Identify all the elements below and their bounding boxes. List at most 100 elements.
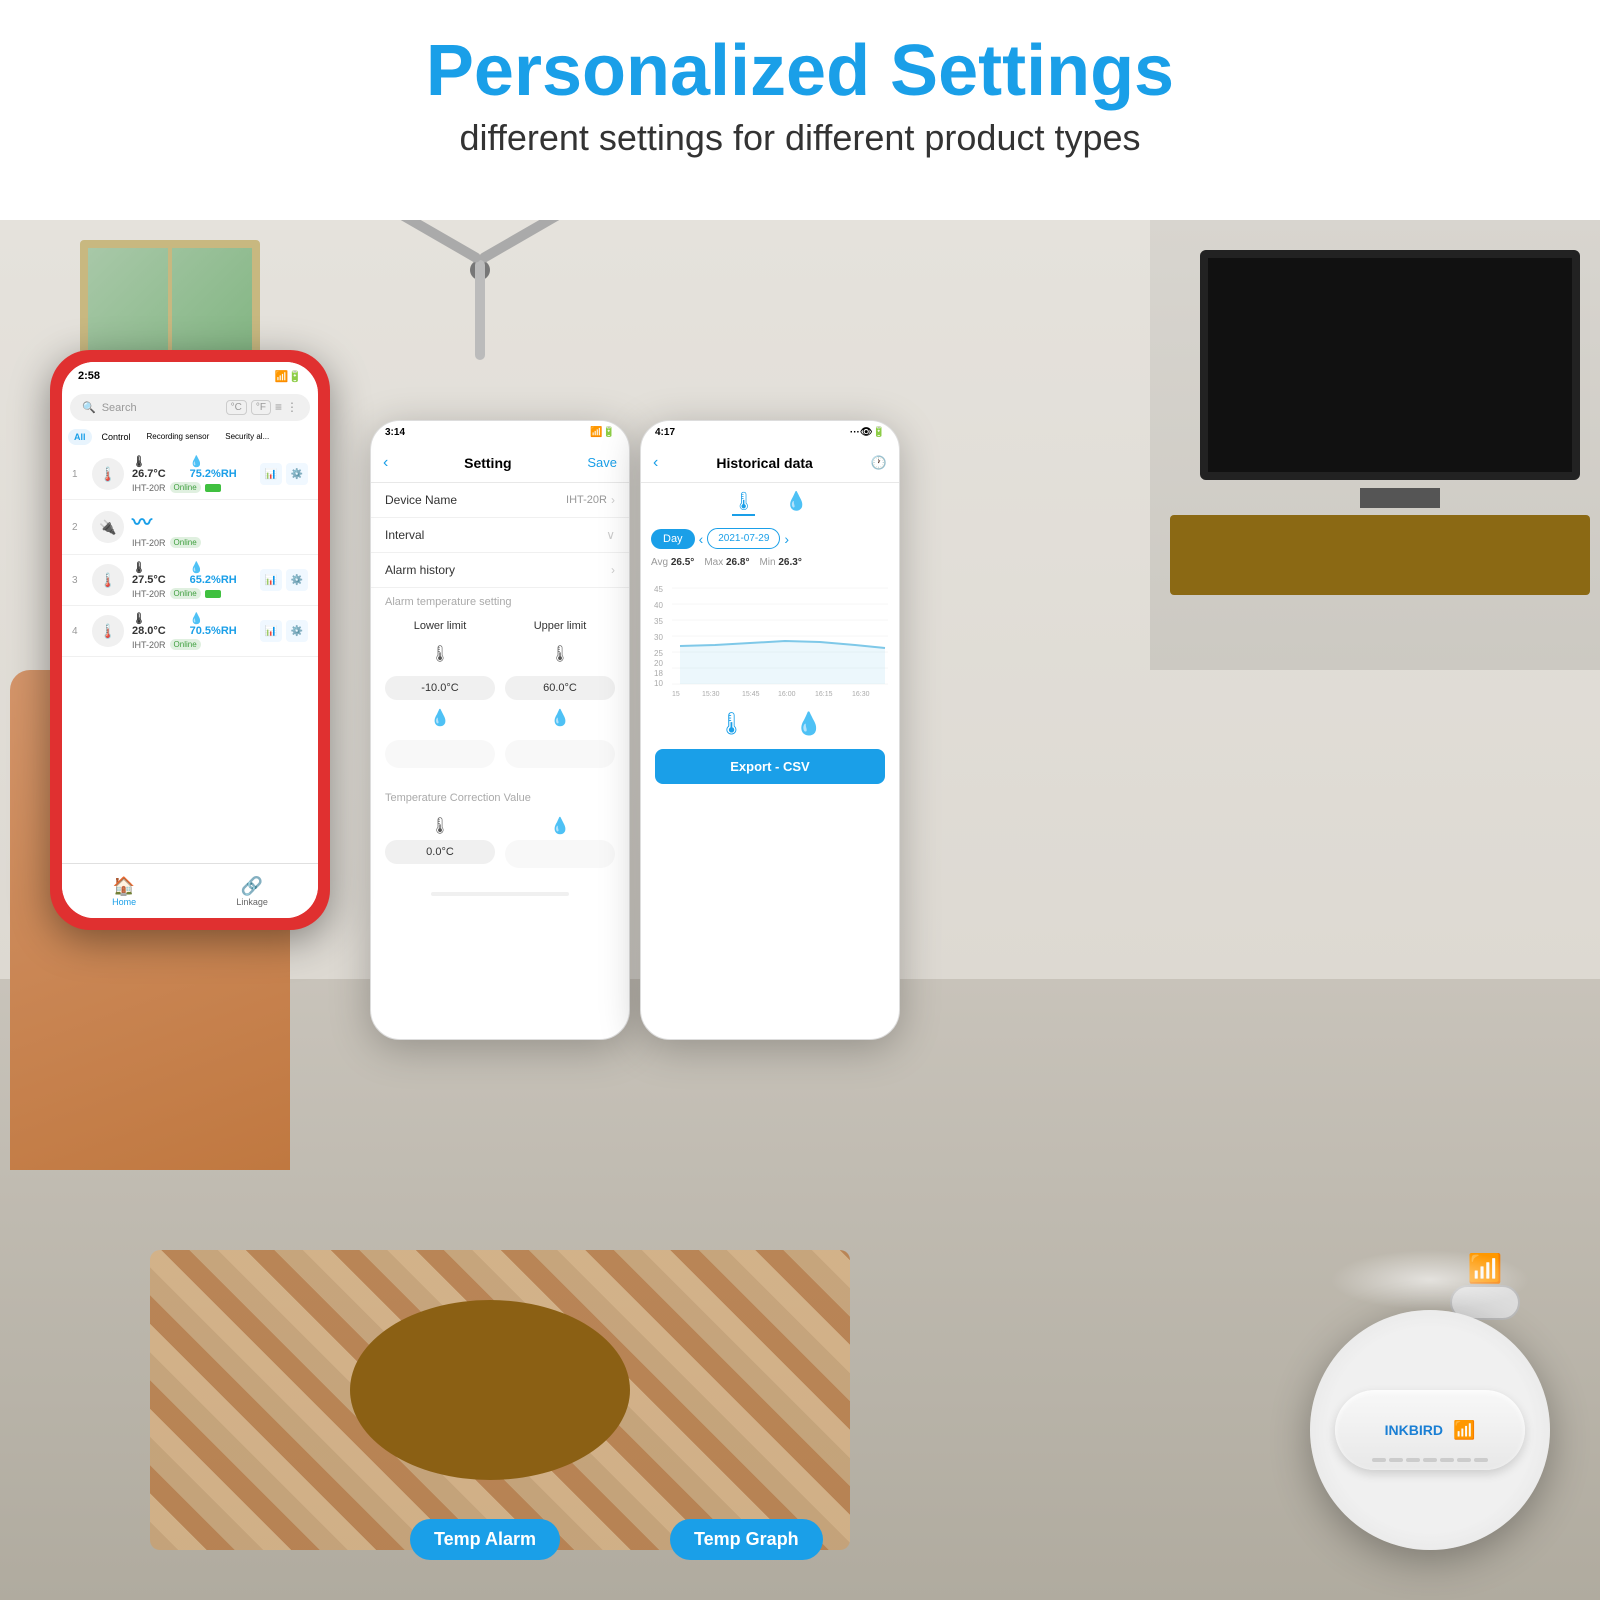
device-name-value: IHT-20R bbox=[566, 494, 607, 506]
correction-row: 🌡 0.0°C 💧 bbox=[385, 816, 615, 868]
device-name-row-4: IHT-20R Online bbox=[132, 639, 252, 650]
temperature-chart: 45 40 35 30 25 20 18 10 bbox=[647, 578, 893, 698]
room-background: 📶 2:58 📶🔋 🔍 Search °C °F bbox=[0, 220, 1600, 1600]
nav-home[interactable]: 🏠 Home bbox=[112, 876, 136, 907]
temp-icon-active[interactable]: 🌡 bbox=[732, 491, 755, 516]
battery-1 bbox=[205, 484, 221, 492]
lower-value-input[interactable]: -10.0°C bbox=[385, 676, 495, 700]
svg-text:20: 20 bbox=[654, 659, 663, 668]
device-info-1: 🌡 26.7°C 💧 75.2%RH IHT-20R Online bbox=[132, 455, 252, 493]
humidity-icon[interactable]: 💧 bbox=[785, 491, 807, 516]
chart-btn-4[interactable]: 📊 bbox=[260, 620, 282, 642]
layers-icon: ≡ bbox=[275, 400, 282, 415]
device-name-label: Device Name bbox=[385, 493, 566, 507]
signal-mid: 📶🔋 bbox=[590, 427, 615, 438]
online-badge-1: Online bbox=[170, 482, 201, 493]
lower-empty-input[interactable] bbox=[385, 740, 495, 768]
settings-btn-4[interactable]: ⚙️ bbox=[286, 620, 308, 642]
device-item-2[interactable]: 2 🔌 〰 IHT-20R Online bbox=[62, 500, 318, 555]
online-badge-2: Online bbox=[170, 537, 201, 548]
room-furniture bbox=[1170, 515, 1590, 595]
device-info-3: 🌡 27.5°C 💧 65.2%RH IHT-20R Online bbox=[132, 561, 252, 599]
temp-1: 🌡 26.7°C bbox=[132, 455, 182, 480]
correction-value-input[interactable]: 0.0°C bbox=[385, 840, 495, 864]
correction-empty-input[interactable] bbox=[505, 840, 615, 868]
humidity-bottom-icon[interactable]: 💧 bbox=[795, 711, 822, 737]
alarm-temp-label: Alarm temperature setting bbox=[385, 596, 512, 608]
temp-correction-label: Temperature Correction Value bbox=[385, 792, 531, 804]
phone-mid-container: 3:14 📶🔋 ‹ Setting Save Device Name IHT-2… bbox=[370, 420, 630, 1040]
home-icon: 🏠 bbox=[113, 876, 135, 897]
tab-all[interactable]: All bbox=[68, 429, 92, 445]
home-label: Home bbox=[112, 897, 136, 907]
clock-icon[interactable]: 🕐 bbox=[871, 455, 887, 471]
phone-case: 2:58 📶🔋 🔍 Search °C °F ≡ ⋮ All bbox=[50, 350, 330, 930]
inkbird-logo: INKBIRD bbox=[1385, 1422, 1443, 1438]
day-button[interactable]: Day bbox=[651, 529, 695, 549]
search-bar[interactable]: 🔍 Search °C °F ≡ ⋮ bbox=[70, 394, 310, 421]
svg-text:15:45: 15:45 bbox=[742, 691, 760, 698]
tab-security[interactable]: Security al... bbox=[219, 429, 275, 445]
temp-graph-label: Temp Graph bbox=[670, 1519, 823, 1560]
svg-text:15: 15 bbox=[672, 691, 680, 698]
nav-linkage[interactable]: 🔗 Linkage bbox=[236, 876, 268, 907]
scroll-indicator bbox=[431, 892, 569, 896]
linkage-icon: 🔗 bbox=[241, 876, 263, 897]
device-tabs: All Control Recording sensor Security al… bbox=[62, 425, 318, 449]
temp-correction-header: Temperature Correction Value bbox=[371, 784, 629, 808]
search-icon: 🔍 bbox=[82, 401, 96, 414]
device-item-1[interactable]: 1 🌡️ 🌡 26.7°C 💧 75.2%RH IHT-20R Online bbox=[62, 449, 318, 500]
device-actions-1: 📊 ⚙️ bbox=[260, 463, 308, 485]
tab-control[interactable]: Control bbox=[96, 429, 137, 445]
temp-bottom-icon[interactable]: 🌡 bbox=[717, 711, 745, 737]
limit-icons-row-2: 💧 💧 bbox=[385, 708, 615, 732]
settings-btn-1[interactable]: ⚙️ bbox=[286, 463, 308, 485]
chart-btn-3[interactable]: 📊 bbox=[260, 569, 282, 591]
online-badge-3: Online bbox=[170, 588, 201, 599]
wifi-icon-device: 📶 bbox=[1453, 1420, 1475, 1441]
linkage-label: Linkage bbox=[236, 897, 268, 907]
upper-empty-input[interactable] bbox=[505, 740, 615, 768]
signal-icons: 📶🔋 bbox=[275, 370, 302, 383]
device-name-row-3: IHT-20R Online bbox=[132, 588, 252, 599]
device-item-4[interactable]: 4 🌡️ 🌡 28.0°C 💧 70.5%RH IHT-20R Online bbox=[62, 606, 318, 657]
alarm-history-row[interactable]: Alarm history › bbox=[371, 553, 629, 588]
svg-text:16:15: 16:15 bbox=[815, 691, 833, 698]
prev-date-button[interactable]: ‹ bbox=[699, 531, 704, 547]
fahrenheit-toggle[interactable]: °F bbox=[251, 400, 271, 415]
alarm-temp-header: Alarm temperature setting bbox=[371, 588, 629, 612]
humid-3: 💧 65.2%RH bbox=[190, 561, 252, 586]
chart-stats: Avg 26.5° Max 26.8° Min 26.3° bbox=[641, 553, 899, 572]
time-mid: 3:14 bbox=[385, 427, 405, 438]
historical-nav: ‹ Historical data 🕐 bbox=[641, 443, 899, 483]
svg-text:45: 45 bbox=[654, 585, 663, 594]
settings-btn-3[interactable]: ⚙️ bbox=[286, 569, 308, 591]
interval-row[interactable]: Interval ∨ bbox=[371, 518, 629, 553]
svg-text:40: 40 bbox=[654, 601, 663, 610]
device-item-3[interactable]: 3 🌡️ 🌡 27.5°C 💧 65.2%RH IHT-20R Online bbox=[62, 555, 318, 606]
limit-section: Lower limit Upper limit 🌡 🌡 bbox=[371, 612, 629, 784]
celsius-toggle[interactable]: °C bbox=[226, 400, 247, 415]
settings-screen: 3:14 📶🔋 ‹ Setting Save Device Name IHT-2… bbox=[370, 420, 630, 1040]
correction-section: 🌡 0.0°C 💧 bbox=[371, 808, 629, 884]
main-title: Personalized Settings bbox=[20, 30, 1580, 112]
humid-1: 💧 75.2%RH bbox=[190, 455, 252, 480]
page-header: Personalized Settings different settings… bbox=[0, 0, 1600, 169]
upper-value-input[interactable]: 60.0°C bbox=[505, 676, 615, 700]
next-date-button[interactable]: › bbox=[784, 531, 789, 547]
chart-btn-1[interactable]: 📊 bbox=[260, 463, 282, 485]
thermometer-icon-3: 🌡️ bbox=[92, 564, 124, 596]
chart-area: 45 40 35 30 25 20 18 10 bbox=[641, 578, 899, 703]
export-csv-button[interactable]: Export - CSV bbox=[655, 749, 885, 784]
device-name-row[interactable]: Device Name IHT-20R › bbox=[371, 483, 629, 518]
tab-recording[interactable]: Recording sensor bbox=[141, 429, 216, 445]
svg-text:16:30: 16:30 bbox=[852, 691, 870, 698]
save-button[interactable]: Save bbox=[587, 455, 617, 470]
svg-text:10: 10 bbox=[654, 679, 663, 688]
device-spotlight bbox=[1330, 1250, 1530, 1310]
device-circle: INKBIRD 📶 bbox=[1310, 1310, 1550, 1550]
fan-blade1 bbox=[478, 220, 570, 264]
device-readings-1: 🌡 26.7°C 💧 75.2%RH bbox=[132, 455, 252, 480]
svg-text:16:00: 16:00 bbox=[778, 691, 796, 698]
device-name-row-1: IHT-20R Online bbox=[132, 482, 252, 493]
